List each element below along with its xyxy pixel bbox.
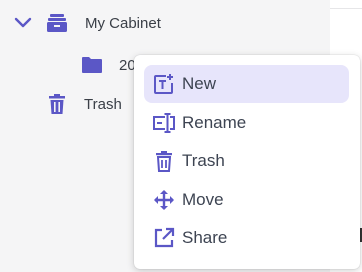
context-menu: New Rename Trash Move Share [134, 55, 360, 269]
tree-item-label: My Cabinet [85, 14, 161, 32]
trash-icon [152, 149, 176, 173]
menu-item-share[interactable]: Share [144, 219, 349, 257]
tree-item-folder[interactable]: 20 [80, 50, 136, 80]
tree-item-my-cabinet[interactable]: My Cabinet [12, 8, 161, 38]
menu-item-label: New [182, 74, 217, 93]
chevron-down-icon[interactable] [12, 12, 34, 34]
rename-icon [152, 111, 176, 135]
menu-item-move[interactable]: Move [144, 181, 349, 219]
menu-item-trash[interactable]: Trash [144, 142, 349, 180]
tree-item-trash[interactable]: Trash [44, 89, 122, 119]
move-icon [152, 188, 176, 212]
divider [330, 8, 362, 9]
tree-item-label: Trash [84, 95, 122, 113]
menu-item-label: Share [182, 228, 228, 247]
menu-item-label: Trash [182, 151, 225, 170]
share-icon [152, 226, 176, 250]
menu-item-label: Move [182, 190, 224, 209]
folder-icon [80, 54, 104, 76]
menu-item-rename[interactable]: Rename [144, 104, 349, 142]
new-text-icon [152, 72, 176, 96]
trash-icon [44, 92, 70, 116]
menu-item-label: Rename [182, 113, 247, 132]
cabinet-icon [44, 12, 70, 34]
menu-item-new[interactable]: New [144, 65, 349, 103]
